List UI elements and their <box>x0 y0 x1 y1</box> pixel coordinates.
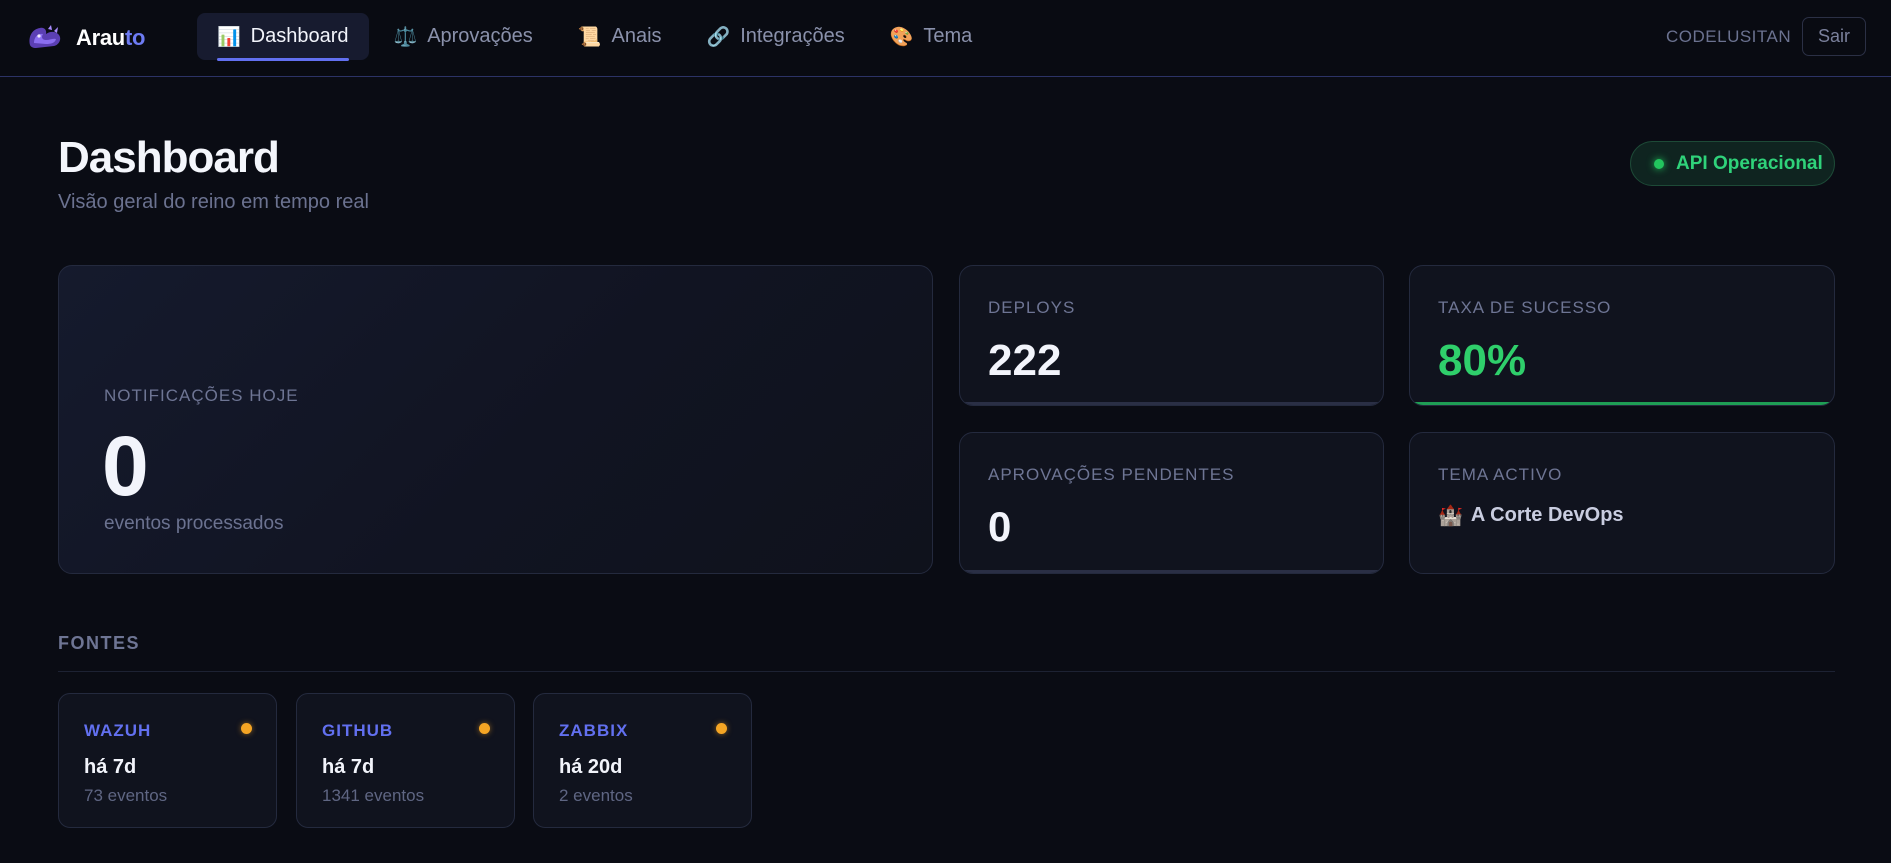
top-navbar: Arauto 📊 Dashboard ⚖️ Aprovações 📜 Anais… <box>0 0 1891 77</box>
scroll-icon: 📜 <box>577 26 602 48</box>
source-event-count: 73 eventos <box>84 786 168 805</box>
app-name: Arauto <box>76 25 146 50</box>
status-dot-icon <box>241 723 252 734</box>
status-dot-icon <box>716 723 727 734</box>
dragon-logo-icon <box>26 23 64 53</box>
source-last-seen: há 20d <box>559 756 623 778</box>
card-label: APROVAÇÕES PENDENTES <box>988 465 1235 484</box>
source-event-count: 2 eventos <box>559 786 633 805</box>
source-name: WAZUH <box>84 721 152 740</box>
tab-tema[interactable]: 🎨 Tema <box>870 13 993 60</box>
scales-icon: ⚖️ <box>393 26 418 48</box>
card-accent-bar <box>1410 402 1834 405</box>
tab-dashboard[interactable]: 📊 Dashboard <box>197 13 369 61</box>
active-theme-value: 🏰 A Corte DevOps <box>1438 503 1624 528</box>
sources-section-title: FONTES <box>58 633 141 653</box>
notifications-card: NOTIFICAÇÕES HOJE 0 eventos processados <box>58 265 933 574</box>
api-status-badge: API Operacional <box>1630 141 1835 186</box>
page-subtitle: Visão geral do reino em tempo real <box>58 191 369 213</box>
api-status-label: API Operacional <box>1676 152 1823 174</box>
tab-anais[interactable]: 📜 Anais <box>558 13 682 60</box>
active-theme-card: TEMA ACTIVO 🏰 A Corte DevOps <box>1409 432 1835 574</box>
divider <box>58 671 1835 672</box>
card-accent-bar <box>960 570 1383 573</box>
tab-label: Aprovações <box>427 25 533 47</box>
chart-icon: 📊 <box>217 26 241 48</box>
tab-integracoes[interactable]: 🔗 Integrações <box>687 13 865 60</box>
card-accent-bar <box>960 402 1383 405</box>
palette-icon: 🎨 <box>889 26 914 48</box>
status-dot-icon <box>479 723 490 734</box>
deploys-value: 222 <box>988 336 1062 385</box>
deploys-card: DEPLOYS 222 <box>959 265 1384 406</box>
card-label: DEPLOYS <box>988 298 1076 317</box>
username: CODELUSITAN <box>1666 27 1792 46</box>
card-label: TEMA ACTIVO <box>1438 465 1563 484</box>
link-icon: 🔗 <box>706 26 731 48</box>
source-card-zabbix[interactable]: ZABBIX há 20d 2 eventos <box>533 693 752 828</box>
success-rate-value: 80% <box>1438 336 1527 385</box>
tab-label: Tema <box>923 25 973 47</box>
theme-name: A Corte DevOps <box>1470 504 1624 526</box>
source-event-count: 1341 eventos <box>322 786 425 805</box>
logout-button[interactable]: Sair <box>1802 17 1866 56</box>
card-label: TAXA DE SUCESSO <box>1438 298 1612 317</box>
source-card-github[interactable]: GITHUB há 7d 1341 eventos <box>296 693 515 828</box>
tab-label: Integrações <box>740 25 845 47</box>
tab-aprovacoes[interactable]: ⚖️ Aprovações <box>374 13 553 60</box>
success-rate-card: TAXA DE SUCESSO 80% <box>1409 265 1835 406</box>
pending-approvals-card: APROVAÇÕES PENDENTES 0 <box>959 432 1384 574</box>
castle-icon: 🏰 <box>1438 505 1463 527</box>
page-title: Dashboard <box>58 133 280 182</box>
source-last-seen: há 7d <box>84 756 137 778</box>
pending-approvals-value: 0 <box>988 503 1012 550</box>
card-sub: eventos processados <box>104 513 284 534</box>
source-card-wazuh[interactable]: WAZUH há 7d 73 eventos <box>58 693 277 828</box>
tab-label: Dashboard <box>250 25 349 47</box>
source-name: GITHUB <box>322 721 394 740</box>
main-tabs: 📊 Dashboard ⚖️ Aprovações 📜 Anais 🔗 Inte… <box>197 13 997 61</box>
app-logo[interactable]: Arauto <box>26 22 145 54</box>
tab-label: Anais <box>611 25 662 47</box>
notifications-value: 0 <box>102 419 149 513</box>
card-label: NOTIFICAÇÕES HOJE <box>104 386 299 405</box>
source-name: ZABBIX <box>559 721 629 740</box>
status-dot-icon <box>1654 158 1664 169</box>
source-last-seen: há 7d <box>322 756 375 778</box>
